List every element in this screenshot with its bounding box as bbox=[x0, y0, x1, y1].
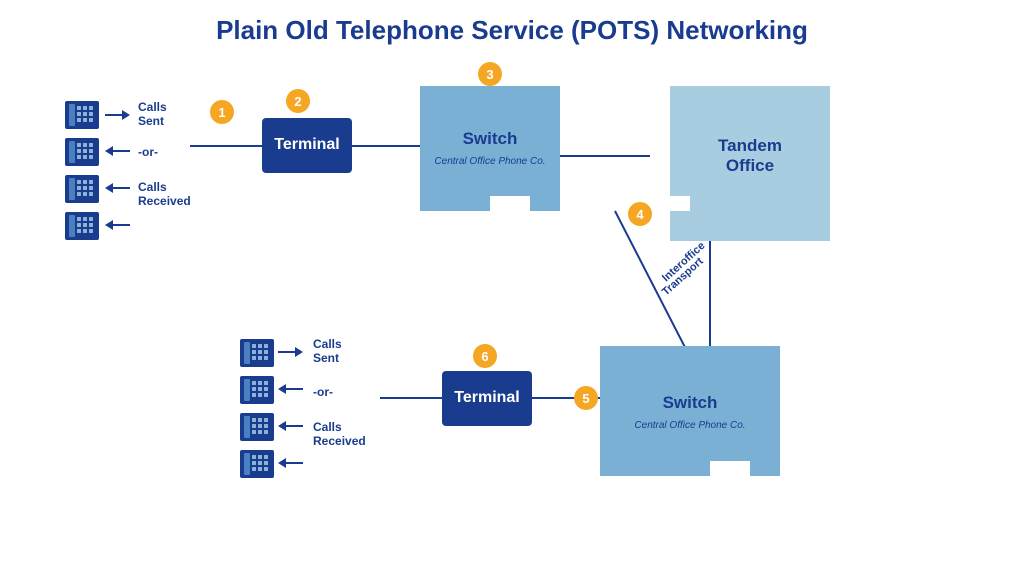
svg-text:Sent: Sent bbox=[138, 114, 164, 128]
page-title: Plain Old Telephone Service (POTS) Netwo… bbox=[30, 10, 994, 46]
svg-text:6: 6 bbox=[481, 349, 488, 364]
svg-text:Calls: Calls bbox=[313, 337, 342, 351]
svg-text:3: 3 bbox=[486, 67, 493, 82]
svg-text:2: 2 bbox=[294, 94, 301, 109]
svg-text:Switch: Switch bbox=[463, 129, 518, 148]
svg-text:Switch: Switch bbox=[663, 393, 718, 412]
svg-text:Central Office Phone Co.: Central Office Phone Co. bbox=[434, 156, 545, 167]
svg-text:Sent: Sent bbox=[313, 351, 339, 365]
svg-text:Received: Received bbox=[313, 434, 366, 448]
svg-text:Tandem: Tandem bbox=[718, 136, 782, 155]
svg-text:Terminal: Terminal bbox=[454, 389, 520, 406]
svg-text:1: 1 bbox=[218, 105, 225, 120]
svg-text:Received: Received bbox=[138, 194, 191, 208]
svg-text:Office: Office bbox=[726, 156, 774, 175]
svg-text:Central Office Phone Co.: Central Office Phone Co. bbox=[634, 420, 745, 431]
svg-text:Calls: Calls bbox=[138, 180, 167, 194]
svg-text:5: 5 bbox=[582, 391, 589, 406]
svg-text:-or-: -or- bbox=[138, 145, 158, 159]
svg-text:Terminal: Terminal bbox=[274, 136, 340, 153]
svg-text:Calls: Calls bbox=[313, 420, 342, 434]
svg-text:-or-: -or- bbox=[313, 385, 333, 399]
svg-text:Calls: Calls bbox=[138, 100, 167, 114]
diagram-area: Calls Sent -or- Calls Received 1 Termina… bbox=[30, 56, 994, 546]
diagram-container: Plain Old Telephone Service (POTS) Netwo… bbox=[0, 0, 1024, 576]
diagram-svg: Calls Sent -or- Calls Received 1 Termina… bbox=[30, 56, 994, 526]
svg-text:4: 4 bbox=[636, 207, 644, 222]
